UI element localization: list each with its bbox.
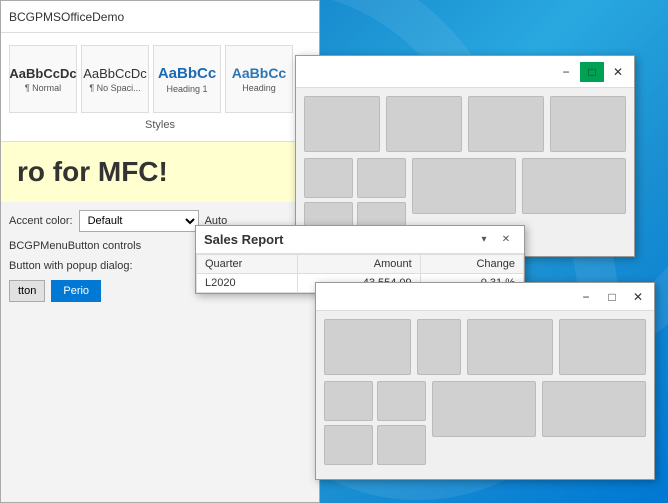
style-label-normal: ¶ Normal bbox=[25, 83, 61, 93]
grid-panel-2: − □ ✕ bbox=[315, 282, 655, 480]
style-label-nospace: ¶ No Spaci... bbox=[89, 83, 140, 93]
grid-p2-cell-1-2 bbox=[417, 319, 461, 375]
grid-p2-cell-1-3 bbox=[467, 319, 554, 375]
grid-panel-1-minimize[interactable]: − bbox=[554, 62, 578, 82]
main-title-bar: BCGPMSOfficeDemo bbox=[1, 1, 319, 33]
grid-panel-2-row-1 bbox=[324, 319, 646, 375]
style-preview-nospace: AaBbCcDc bbox=[83, 66, 147, 81]
grid-p2-cell-2-2 bbox=[432, 381, 536, 437]
grid-cell-2-3 bbox=[522, 158, 626, 214]
grid-cell-1-1 bbox=[304, 96, 380, 152]
col-change: Change bbox=[420, 255, 523, 274]
style-preview-normal: AaBbCcDc bbox=[9, 66, 76, 81]
grid-p2-col-group bbox=[324, 381, 426, 465]
style-label-heading1: Heading 1 bbox=[166, 84, 207, 94]
accent-select[interactable]: Default bbox=[79, 210, 199, 232]
grid-cell-2-1a bbox=[304, 158, 353, 198]
grid-cell-1-2 bbox=[386, 96, 462, 152]
style-preview-heading1: AaBbCc bbox=[158, 65, 216, 82]
grid-p2-cell-2-1d bbox=[377, 425, 426, 465]
grid-panel-2-minimize[interactable]: − bbox=[574, 287, 598, 307]
style-heading1[interactable]: AaBbCc Heading 1 bbox=[153, 45, 221, 113]
grid-row-1 bbox=[304, 96, 626, 152]
style-heading[interactable]: AaBbCc Heading bbox=[225, 45, 293, 113]
grid-p2-cell-2-1a bbox=[324, 381, 373, 421]
button-popup-label: Button with popup dialog: bbox=[9, 260, 133, 272]
sales-minimize[interactable]: ▾ bbox=[474, 231, 494, 249]
ribbon-content: AaBbCcDc ¶ Normal AaBbCcDc ¶ No Spaci...… bbox=[1, 33, 319, 141]
grid-p2-cell-1-1 bbox=[324, 319, 411, 375]
sales-table-header-row: Quarter Amount Change bbox=[197, 255, 524, 274]
small-button[interactable]: tton bbox=[9, 280, 45, 302]
grid-panel-2-content bbox=[316, 311, 654, 479]
grid-cell-2-2 bbox=[412, 158, 516, 214]
grid-cell-1-3 bbox=[468, 96, 544, 152]
sales-window-title: Sales Report bbox=[204, 232, 283, 247]
col-amount: Amount bbox=[298, 255, 421, 274]
grid-panel-2-close[interactable]: ✕ bbox=[626, 287, 650, 307]
grid-cell-2-1b bbox=[357, 158, 406, 198]
accent-label: Accent color: bbox=[9, 215, 73, 227]
grid-p2-row-2b bbox=[324, 425, 426, 465]
style-label-heading: Heading bbox=[242, 83, 276, 93]
grid-cell-1-4 bbox=[550, 96, 626, 152]
styles-row: AaBbCcDc ¶ Normal AaBbCcDc ¶ No Spaci...… bbox=[9, 41, 311, 117]
grid-panel-1-close[interactable]: ✕ bbox=[606, 62, 630, 82]
grid-p2-row-2a bbox=[324, 381, 426, 421]
grid-panel-1-title-bar: − □ ✕ bbox=[296, 56, 634, 88]
grid-p2-cell-2-1b bbox=[377, 381, 426, 421]
grid-panel-2-row-2 bbox=[324, 381, 646, 465]
style-normal[interactable]: AaBbCcDc ¶ Normal bbox=[9, 45, 77, 113]
mfc-heading: ro for MFC! bbox=[17, 156, 168, 188]
cell-quarter: L2020 bbox=[197, 274, 298, 293]
sales-title-bar: Sales Report ▾ ✕ bbox=[196, 226, 524, 254]
style-preview-heading: AaBbCc bbox=[232, 65, 286, 81]
grid-p2-cell-1-4 bbox=[559, 319, 646, 375]
col-quarter: Quarter bbox=[197, 255, 298, 274]
ribbon: AaBbCcDc ¶ Normal AaBbCcDc ¶ No Spaci...… bbox=[1, 33, 319, 142]
period-button[interactable]: Perio bbox=[51, 280, 101, 302]
sales-close[interactable]: ✕ bbox=[496, 231, 516, 249]
content-area: ro for MFC! bbox=[1, 142, 319, 202]
grid-panel-2-maximize[interactable]: □ bbox=[600, 287, 624, 307]
style-nospace[interactable]: AaBbCcDc ¶ No Spaci... bbox=[81, 45, 149, 113]
main-window-title: BCGPMSOfficeDemo bbox=[9, 10, 124, 24]
grid-row-2a bbox=[304, 158, 406, 198]
grid-p2-cell-2-1c bbox=[324, 425, 373, 465]
grid-panel-1-maximize[interactable]: □ bbox=[580, 62, 604, 82]
grid-p2-cell-2-3 bbox=[542, 381, 646, 437]
sales-window-controls: ▾ ✕ bbox=[474, 231, 516, 249]
styles-label: Styles bbox=[9, 117, 311, 133]
grid-panel-2-title-bar: − □ ✕ bbox=[316, 283, 654, 311]
